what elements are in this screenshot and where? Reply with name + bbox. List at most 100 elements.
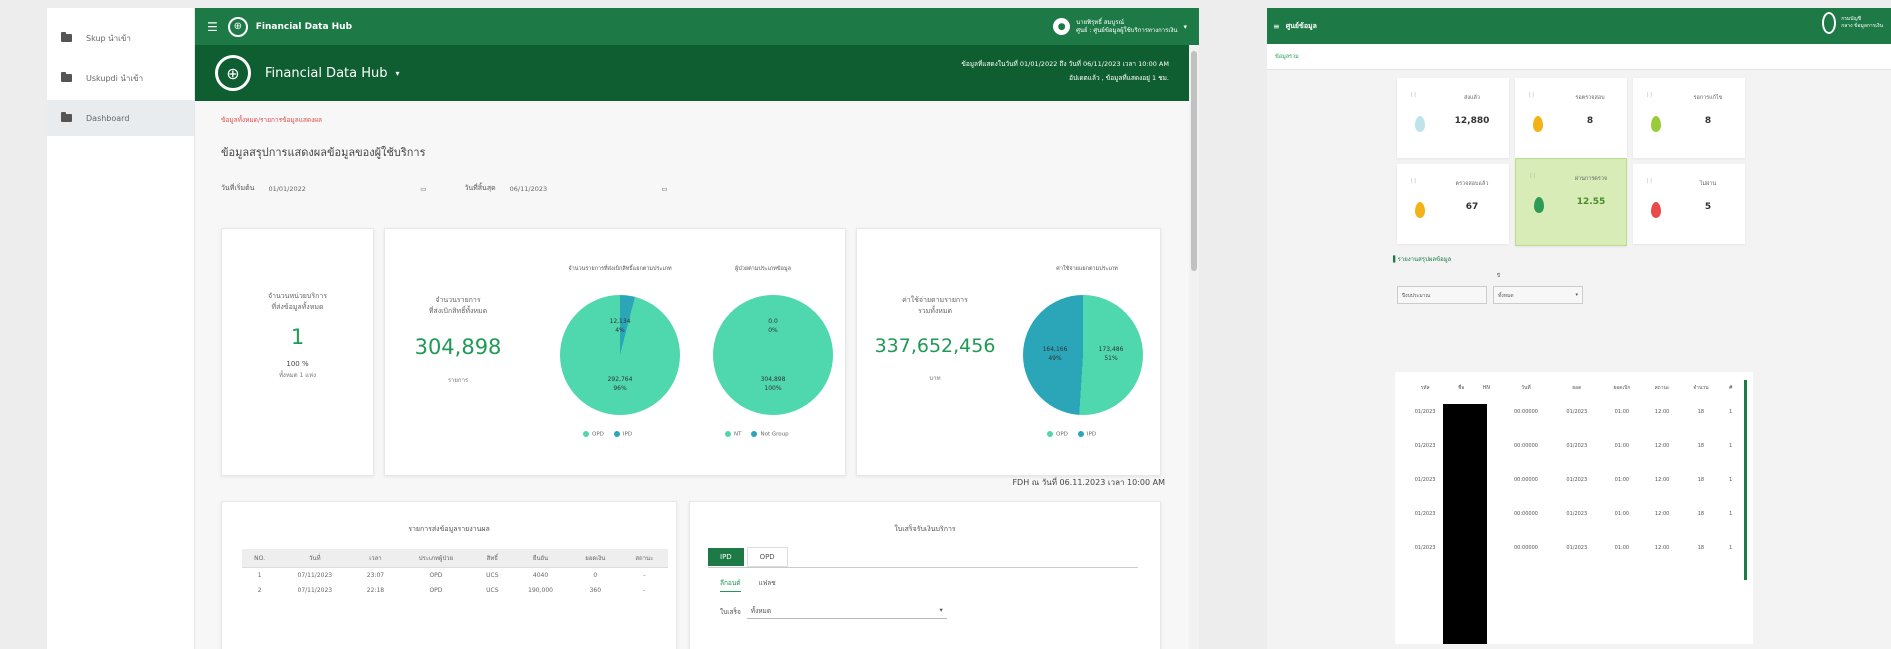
- table-row[interactable]: 01/2023 00:00000 01/2023 01:00 12:00 18 1: [1401, 497, 1741, 531]
- user-menu[interactable]: ● นายพิรุทธิ์ สมบูรณ์ ศูนย์ : ศูนย์ข้อมู…: [1053, 18, 1187, 35]
- subtab[interactable]: ลีกอนต์: [720, 578, 741, 592]
- breadcrumb[interactable]: ข้อมูลทั้งหมด/รายการข้อมูลแสดงผล: [221, 115, 322, 125]
- folder-icon: [61, 32, 72, 42]
- subtab[interactable]: แฟลช: [759, 578, 776, 592]
- status-tile[interactable]: | | รอการแก้ไข 8: [1633, 78, 1745, 158]
- scrollbar[interactable]: [1189, 45, 1199, 649]
- banner-info-line: ข้อมูลที่แสดงในวันที่ 01/01/2022 ถึง วัน…: [961, 60, 1169, 68]
- calendar-icon[interactable]: ▭: [662, 185, 668, 193]
- card-label: ค่าใช้จ่ายตามรายการ: [902, 296, 968, 304]
- pie-title: ผู้ป่วยตามประเภทข้อมูล: [735, 266, 791, 272]
- menu-icon[interactable]: ≡: [1273, 22, 1280, 31]
- table-cell: 1: [1729, 544, 1733, 551]
- pie-title: จำนวนรายการที่ส่งเบิกสิทธิ์แยกตามประเภท: [568, 266, 672, 272]
- seal-icon: [1822, 12, 1837, 34]
- table-cell: 18: [1697, 510, 1705, 517]
- end-date-label: วันที่สิ้นสุด: [464, 184, 496, 192]
- banner-title[interactable]: Financial Data Hub: [265, 66, 388, 81]
- table-cell: 22:18: [366, 587, 385, 594]
- sidebar-item-skup[interactable]: Skup นำเข้า: [47, 20, 194, 56]
- year-select[interactable]: ปีงบประมาณ: [1397, 286, 1487, 304]
- right-sub-tab[interactable]: ข้อมูลรวม: [1275, 53, 1299, 61]
- table-row[interactable]: 2 07/11/2023 22:18 OPD UCS 190,000 360 -: [242, 583, 668, 598]
- table-cell: 07/11/2023: [297, 587, 333, 594]
- column-header[interactable]: HN: [1473, 382, 1499, 395]
- chevron-down-icon: ▾: [1575, 292, 1578, 298]
- table-cell: UCS: [486, 587, 499, 594]
- dashboard-content: ข้อมูลทั้งหมด/รายการข้อมูลแสดงผล ข้อมูลส…: [195, 101, 1189, 649]
- column-header[interactable]: วันที่: [1499, 382, 1552, 395]
- column-header[interactable]: วันที่: [277, 549, 353, 568]
- sidebar-item-uskupdi[interactable]: Uskupdi นำเข้า: [47, 60, 194, 96]
- calendar-icon[interactable]: ▭: [420, 185, 426, 193]
- scrollbar-thumb[interactable]: [1191, 51, 1197, 271]
- patient-type-pie[interactable]: 0.0 0% 304,898 100%: [713, 295, 833, 415]
- logo-icon: ⊕: [215, 55, 251, 91]
- table-cell: [1449, 395, 1473, 429]
- claims-type-pie[interactable]: 12,134 4% 292,764 96%: [560, 295, 680, 415]
- tab-ipd[interactable]: IPD: [708, 548, 744, 566]
- column-header[interactable]: NO.: [242, 549, 278, 568]
- expense-type-pie[interactable]: 164,166 49% 173,486 51%: [1023, 295, 1143, 415]
- table-row[interactable]: 01/2023 00:00000 01/2023 01:00 12:00 18 1: [1401, 531, 1741, 565]
- table-cell: 01/2023: [1414, 544, 1436, 551]
- status-tile[interactable]: | | รอตรวจสอบ 8: [1515, 78, 1627, 158]
- tile-value: 67: [1465, 202, 1479, 212]
- column-header[interactable]: สถานะ: [1643, 382, 1682, 395]
- table-row[interactable]: 1 07/11/2023 23:07 OPD UCS 4040 0 -: [242, 568, 668, 584]
- status-tile[interactable]: | | ไม่ผ่าน 5: [1633, 164, 1745, 244]
- tile-icon: | |: [1530, 173, 1535, 179]
- unit-count-value: 1: [290, 325, 305, 349]
- tile-value: 12.55: [1576, 197, 1606, 207]
- column-header[interactable]: สิทธิ์: [473, 549, 512, 568]
- column-header[interactable]: จำนวน: [1681, 382, 1720, 395]
- tile-value: 12,880: [1454, 116, 1490, 126]
- column-header[interactable]: ชื่อ: [1449, 382, 1473, 395]
- sidebar-item-dashboard[interactable]: Dashboard: [47, 100, 194, 136]
- table-cell: 1: [1729, 476, 1733, 483]
- column-header[interactable]: ประเภทผู้ป่วย: [398, 549, 474, 568]
- table-cell: [1473, 429, 1499, 463]
- status-tile[interactable]: | | ตรวจสอบแล้ว 67: [1397, 164, 1509, 244]
- table-cell: 1: [257, 572, 262, 579]
- table-row[interactable]: 01/2023 00:00000 01/2023 01:00 12:00 18 1: [1401, 429, 1741, 463]
- logo-icon: ⊕: [227, 16, 248, 37]
- financial-data-hub-window: Skup นำเข้า Uskupdi นำเข้า Dashboard ☰ ⊕…: [47, 8, 1199, 649]
- column-header[interactable]: เวลา: [352, 549, 399, 568]
- table-cell: 01/2023: [1566, 510, 1588, 517]
- table-cell: [1449, 429, 1473, 463]
- table-cell: 12:00: [1654, 544, 1670, 551]
- column-header[interactable]: ยืนยัน: [511, 549, 570, 568]
- column-header[interactable]: ยอดเบิก: [1601, 382, 1643, 395]
- sidebar-item-label: Uskupdi นำเข้า: [86, 73, 144, 83]
- tile-value: 8: [1704, 116, 1712, 126]
- pie-slice-label: 12,134 4%: [609, 318, 631, 334]
- column-header[interactable]: ยอด: [1553, 382, 1601, 395]
- column-header[interactable]: #: [1721, 382, 1741, 395]
- menu-icon[interactable]: ☰: [207, 20, 218, 34]
- status-tile-active[interactable]: | | ผ่านการตรวจ 12.55: [1515, 158, 1627, 246]
- chevron-down-icon[interactable]: ▾: [396, 69, 400, 78]
- tile-icon: | |: [1647, 92, 1652, 98]
- table-row[interactable]: 01/2023 00:00000 01/2023 01:00 12:00 18 1: [1401, 463, 1741, 497]
- column-header[interactable]: สถานะ: [620, 549, 668, 568]
- pie-legend: OPD IPD: [583, 431, 632, 438]
- column-header[interactable]: ยอดเงิน: [569, 549, 621, 568]
- scrollbar[interactable]: [1744, 380, 1747, 580]
- status-tile[interactable]: | | ส่งแล้ว 12,880: [1397, 78, 1509, 158]
- receipt-select[interactable]: ทั้งหมด ▾: [746, 604, 947, 619]
- chart-icon: [61, 112, 72, 122]
- tab-opd[interactable]: OPD: [746, 547, 788, 567]
- end-date-input[interactable]: 06/11/2023 ▭: [504, 180, 674, 197]
- table-cell: 01/2023: [1566, 544, 1588, 551]
- table-row[interactable]: 01/2023 00:00000 01/2023 01:00 12:00 18 1: [1401, 395, 1741, 429]
- select-value: ทั้งหมด: [750, 607, 772, 615]
- column-header[interactable]: รหัส: [1401, 382, 1449, 395]
- status-select[interactable]: ทั้งหมด ▾: [1493, 286, 1583, 304]
- drop-icon: [1651, 116, 1661, 132]
- table-cell: [1449, 463, 1473, 497]
- table-cell: [1473, 531, 1499, 565]
- start-date-input[interactable]: 01/01/2022 ▭: [262, 180, 432, 197]
- claims-unit: รายการ: [447, 377, 469, 384]
- tile-icon: | |: [1529, 92, 1534, 98]
